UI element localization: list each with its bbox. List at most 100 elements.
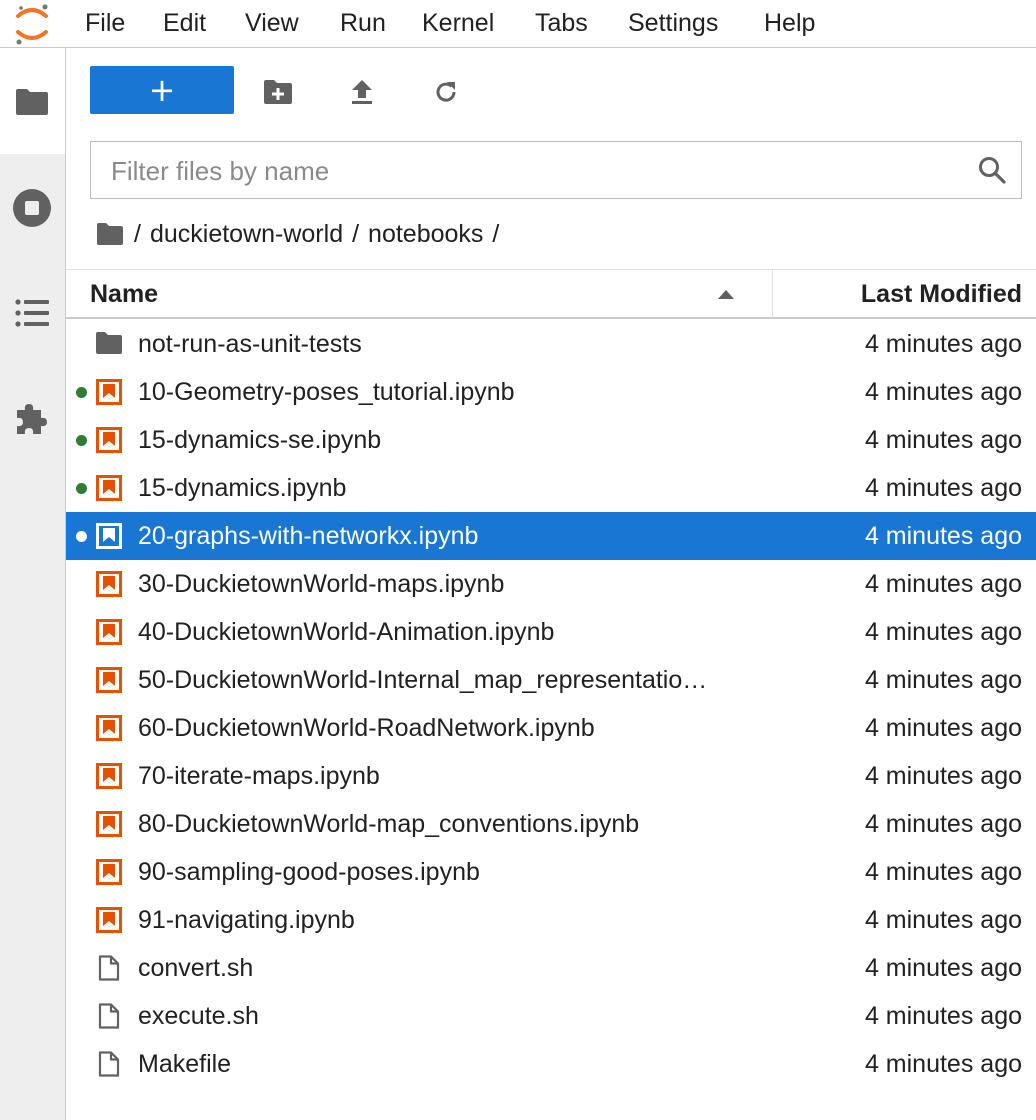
column-header-name[interactable]: Name (90, 280, 158, 309)
new-launcher-button[interactable]: + (90, 66, 234, 114)
sort-ascending-icon[interactable] (717, 288, 735, 300)
refresh-icon[interactable] (433, 79, 459, 105)
file-last-modified: 4 minutes ago (864, 906, 1022, 934)
breadcrumb-root[interactable]: / (134, 220, 141, 249)
upload-icon[interactable] (350, 78, 374, 106)
file-row[interactable]: not-run-as-unit-tests 4 minutes ago (66, 320, 1036, 368)
notebook-icon (96, 763, 122, 789)
breadcrumb: / duckietown-world / notebooks / (96, 216, 508, 252)
folder-icon (96, 332, 122, 354)
file-name: 70-iterate-maps.ipynb (138, 762, 380, 790)
file-row[interactable]: 50-DuckietownWorld-Internal_map_represen… (66, 656, 1036, 704)
file-last-modified: 4 minutes ago (864, 474, 1022, 502)
file-name: 80-DuckietownWorld-map_conventions.ipynb (138, 810, 640, 838)
file-row[interactable]: Makefile 4 minutes ago (66, 1040, 1036, 1088)
file-last-modified: 4 minutes ago (864, 330, 1022, 358)
file-name: 60-DuckietownWorld-RoadNetwork.ipynb (138, 714, 595, 742)
notebook-icon (96, 619, 122, 645)
notebook-icon (96, 811, 122, 837)
file-last-modified: 4 minutes ago (864, 570, 1022, 598)
file-icon (98, 1051, 120, 1077)
menu-help[interactable]: Help (764, 8, 815, 38)
notebook-icon (96, 523, 122, 549)
column-header-last-modified[interactable]: Last Modified (861, 280, 1022, 309)
file-last-modified: 4 minutes ago (864, 378, 1022, 406)
file-last-modified: 4 minutes ago (864, 954, 1022, 982)
file-row[interactable]: convert.sh 4 minutes ago (66, 944, 1036, 992)
menu-run[interactable]: Run (340, 8, 386, 38)
filter-box (90, 141, 1022, 199)
breadcrumb-separator: / (352, 219, 360, 248)
kernel-running-indicator (76, 531, 87, 542)
file-icon (98, 955, 120, 981)
file-listing: not-run-as-unit-tests 4 minutes ago 10-Geo… (66, 320, 1036, 1088)
file-row[interactable]: 91-navigating.ipynb 4 minutes ago (66, 896, 1036, 944)
file-name: 20-graphs-with-networkx.ipynb (138, 522, 479, 550)
file-row[interactable]: 90-sampling-good-poses.ipynb 4 minutes ag… (66, 848, 1036, 896)
file-last-modified: 4 minutes ago (864, 666, 1022, 694)
file-name: 30-DuckietownWorld-maps.ipynb (138, 570, 505, 598)
file-row[interactable]: 20-graphs-with-networkx.ipynb 4 minutes a… (66, 512, 1036, 560)
file-last-modified: 4 minutes ago (864, 1002, 1022, 1030)
notebook-icon (96, 907, 122, 933)
notebook-icon (96, 715, 122, 741)
sidebar-tab-file-browser[interactable] (0, 48, 65, 154)
file-row[interactable]: 10-Geometry-poses_tutorial.ipynb 4 minute… (66, 368, 1036, 416)
menu-kernel[interactable]: Kernel (422, 8, 494, 38)
notebook-icon (96, 667, 122, 693)
home-folder-icon[interactable] (96, 222, 124, 246)
kernel-running-indicator (76, 435, 87, 446)
notebook-icon (96, 379, 122, 405)
table-of-contents-icon[interactable] (15, 298, 49, 328)
menu-settings[interactable]: Settings (628, 8, 718, 38)
file-last-modified: 4 minutes ago (864, 1050, 1022, 1078)
file-name: convert.sh (138, 954, 254, 982)
menu-view[interactable]: View (245, 8, 299, 38)
file-name: 90-sampling-good-poses.ipynb (138, 858, 480, 886)
file-name: 15-dynamics.ipynb (138, 474, 347, 502)
file-name: execute.sh (138, 1002, 259, 1030)
running-sessions-icon[interactable] (12, 188, 52, 228)
file-row[interactable]: 15-dynamics-se.ipynb 4 minutes ago (66, 416, 1036, 464)
file-last-modified: 4 minutes ago (864, 810, 1022, 838)
file-name: 40-DuckietownWorld-Animation.ipynb (138, 618, 555, 646)
breadcrumb-notebooks[interactable]: notebooks (368, 220, 483, 249)
file-icon (98, 1003, 120, 1029)
file-name: not-run-as-unit-tests (138, 330, 362, 358)
file-row[interactable]: 40-DuckietownWorld-Animation.ipynb 4 minu… (66, 608, 1036, 656)
file-last-modified: 4 minutes ago (864, 714, 1022, 742)
notebook-icon (96, 571, 122, 597)
file-last-modified: 4 minutes ago (864, 618, 1022, 646)
menu-edit[interactable]: Edit (163, 8, 206, 38)
extensions-puzzle-icon[interactable] (13, 400, 51, 438)
menu-file[interactable]: File (85, 8, 125, 38)
file-name: 50-DuckietownWorld-Internal_map_represen… (138, 666, 708, 694)
breadcrumb-separator: / (492, 219, 500, 248)
notebook-icon (96, 475, 122, 501)
file-name: Makefile (138, 1050, 232, 1078)
new-folder-icon[interactable] (263, 79, 293, 105)
column-divider[interactable] (772, 270, 773, 318)
file-row[interactable]: 30-DuckietownWorld-maps.ipynb 4 minutes a… (66, 560, 1036, 608)
file-row[interactable]: 80-DuckietownWorld-map_conventions.ipynb… (66, 800, 1036, 848)
notebook-icon (96, 859, 122, 885)
file-name: 10-Geometry-poses_tutorial.ipynb (138, 378, 515, 406)
jupyter-logo-icon (16, 4, 48, 45)
file-row[interactable]: 15-dynamics.ipynb 4 minutes ago (66, 464, 1036, 512)
file-last-modified: 4 minutes ago (864, 522, 1022, 550)
file-listing-header: Name Last Modified (66, 269, 1036, 319)
file-last-modified: 4 minutes ago (864, 762, 1022, 790)
folder-icon (16, 89, 48, 115)
menu-bar: File Edit View Run Kernel Tabs Settings … (0, 0, 1036, 48)
file-name: 91-navigating.ipynb (138, 906, 355, 934)
breadcrumb-duckietown-world[interactable]: duckietown-world (150, 220, 343, 249)
file-last-modified: 4 minutes ago (864, 426, 1022, 454)
file-last-modified: 4 minutes ago (864, 858, 1022, 886)
left-sidebar (0, 48, 66, 1120)
filter-files-input[interactable] (109, 152, 963, 190)
menu-tabs[interactable]: Tabs (535, 8, 588, 38)
file-name: 15-dynamics-se.ipynb (138, 426, 382, 454)
file-row[interactable]: 60-DuckietownWorld-RoadNetwork.ipynb 4 mi… (66, 704, 1036, 752)
file-row[interactable]: execute.sh 4 minutes ago (66, 992, 1036, 1040)
file-row[interactable]: 70-iterate-maps.ipynb 4 minutes ago (66, 752, 1036, 800)
